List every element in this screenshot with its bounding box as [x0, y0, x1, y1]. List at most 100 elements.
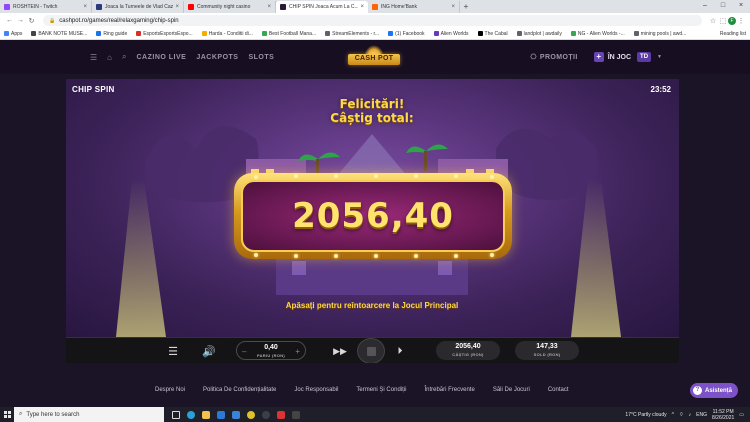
- close-tab-icon[interactable]: ×: [175, 4, 179, 10]
- address-bar: ← → ↻ 🔒 cashpot.ro/games/real/relaxgamin…: [0, 13, 750, 28]
- input-language[interactable]: ENG: [696, 412, 707, 418]
- browser-tab[interactable]: Community night casino ×: [184, 1, 276, 13]
- new-tab-button[interactable]: +: [460, 1, 472, 13]
- join-button[interactable]: + ÎN JOC: [593, 52, 631, 62]
- bookmark-item[interactable]: BANK NOTE MUSE...: [31, 31, 87, 37]
- url-input[interactable]: 🔒 cashpot.ro/games/real/relaxgaming/chip…: [43, 15, 702, 26]
- nav-live-casino[interactable]: CAZINO LIVE: [137, 54, 187, 61]
- network-icon[interactable]: ⌔: [679, 412, 684, 418]
- tab-title: Community night casino: [197, 4, 251, 10]
- footer-link-responsible[interactable]: Joc Responsabil: [294, 387, 338, 393]
- bookmark-item[interactable]: (1) Facebook: [388, 31, 425, 37]
- game-frame[interactable]: CHIP SPIN 23:52 Felicitări! Câștig total…: [66, 79, 679, 337]
- footer-link-faq[interactable]: Întrebări Frecvente: [424, 387, 474, 393]
- bet-selector[interactable]: – 0,40 PARIU (RON) +: [236, 341, 306, 360]
- taskbar-search-input[interactable]: ⌕ Type here to search: [14, 407, 164, 422]
- bet-increase-icon[interactable]: +: [295, 347, 300, 356]
- taskbar-clock[interactable]: 11:52 PM 8/26/2021: [712, 409, 734, 421]
- steam-icon[interactable]: [258, 407, 273, 422]
- reading-list[interactable]: Reading list: [720, 28, 746, 39]
- win-label: CÂȘTIG (RON): [452, 352, 484, 357]
- profile-avatar[interactable]: F: [728, 16, 736, 25]
- cashpot-logo[interactable]: CASH POT: [345, 45, 403, 71]
- bookmark-item[interactable]: EsportsEsportsEspo...: [136, 31, 193, 37]
- home-icon[interactable]: ⌂: [107, 53, 112, 62]
- volume-icon[interactable]: ♪: [689, 412, 692, 418]
- tab-favicon-icon: [96, 4, 102, 10]
- chevron-down-icon[interactable]: ▼: [657, 54, 662, 60]
- win-value: 2056,40: [455, 343, 481, 350]
- tab-favicon-icon: [372, 4, 378, 10]
- search-icon: ⌕: [19, 411, 23, 417]
- search-icon[interactable]: ⌕: [122, 52, 126, 62]
- bookmark-item[interactable]: The Cabal: [477, 31, 508, 37]
- windows-start-icon[interactable]: [0, 407, 14, 422]
- bookmark-item[interactable]: landplot | awdaily: [516, 31, 562, 37]
- close-tab-icon[interactable]: ×: [451, 4, 455, 10]
- promotions-link[interactable]: ⎔ PROMOȚII: [530, 53, 577, 61]
- nav-jackpots[interactable]: JACKPOTS: [196, 54, 238, 61]
- fast-play-icon[interactable]: ▶▶: [332, 338, 348, 364]
- file-explorer-icon[interactable]: [198, 407, 213, 422]
- bookmark-item[interactable]: NG - Alien Worlds -...: [570, 31, 625, 37]
- game-control-bar: ☰ 🔊 – 0,40 PARIU (RON) + ▶▶ ⏵ 2056,40 CÂ…: [66, 337, 679, 364]
- store-icon[interactable]: [213, 407, 228, 422]
- total-win-panel: 2056,40: [234, 173, 512, 259]
- chrome-icon[interactable]: [243, 407, 258, 422]
- browser-tab[interactable]: ROSHTEIN - Twitch ×: [0, 1, 92, 13]
- extensions-icon[interactable]: ⬚: [718, 17, 728, 25]
- help-icon: ?: [692, 386, 702, 395]
- bookmark-item[interactable]: Harda - Conditii di...: [201, 31, 253, 37]
- bookmark-item[interactable]: Best Football Mana...: [261, 31, 316, 37]
- congrats-line: Felicitări!: [339, 97, 405, 111]
- minimize-icon[interactable]: –: [696, 0, 714, 12]
- url-text: cashpot.ro/games/real/relaxgaming/chip-s…: [59, 17, 179, 24]
- close-tab-icon[interactable]: ×: [360, 4, 364, 10]
- sound-icon[interactable]: 🔊: [200, 338, 218, 364]
- edge-icon[interactable]: [183, 407, 198, 422]
- user-avatar[interactable]: TD: [637, 52, 652, 62]
- star-icon[interactable]: ☆: [708, 17, 718, 25]
- footer-link-contact[interactable]: Contact: [548, 387, 569, 393]
- browser-tab[interactable]: Joaca la Turneele de Vlad Cazino ×: [92, 1, 184, 13]
- bookmark-favicon-icon: [633, 31, 639, 36]
- weather-widget[interactable]: 17°C Partly cloudy: [625, 412, 666, 418]
- browser-tab[interactable]: ING Home'Bank ×: [368, 1, 460, 13]
- spin-button[interactable]: [357, 338, 385, 364]
- bookmark-item[interactable]: StreamElements - r...: [325, 31, 379, 37]
- return-to-main-game-link[interactable]: Apăsați pentru reîntoarcere la Jocul Pri…: [222, 301, 522, 310]
- autoplay-icon[interactable]: ⏵: [392, 338, 408, 364]
- bookmark-item[interactable]: Ring guide: [96, 31, 127, 37]
- close-tab-icon[interactable]: ×: [83, 4, 87, 10]
- bookmarks-bar: Apps BANK NOTE MUSE... Ring guide Esport…: [0, 28, 750, 40]
- app-icon[interactable]: [273, 407, 288, 422]
- task-view-icon[interactable]: [168, 407, 183, 422]
- forward-arrow-icon[interactable]: →: [15, 17, 26, 24]
- tray-chevron-icon[interactable]: ^: [672, 412, 674, 418]
- assistance-button[interactable]: ? Asistență: [689, 383, 738, 398]
- bookmark-item[interactable]: Alien Worlds: [433, 31, 469, 37]
- footer-link-about[interactable]: Despre Noi: [155, 387, 185, 393]
- close-tab-icon[interactable]: ×: [267, 4, 271, 10]
- bookmark-item[interactable]: mining pools | awd...: [633, 31, 686, 37]
- back-arrow-icon[interactable]: ←: [4, 17, 15, 24]
- footer-link-privacy[interactable]: Politica De Confidențialitate: [203, 387, 276, 393]
- app-icon[interactable]: [288, 407, 303, 422]
- close-window-icon[interactable]: ×: [732, 0, 750, 12]
- footer-link-terms[interactable]: Termeni Și Condiții: [356, 387, 406, 393]
- footer-link-halls[interactable]: Săli De Jocuri: [493, 387, 530, 393]
- bookmark-item[interactable]: Apps: [4, 31, 22, 37]
- notifications-icon[interactable]: ▭: [739, 412, 744, 418]
- mail-icon[interactable]: [228, 407, 243, 422]
- apps-grid-icon: [4, 31, 9, 36]
- maximize-icon[interactable]: □: [714, 0, 732, 12]
- reload-icon[interactable]: ↻: [26, 17, 37, 25]
- browser-tab-active[interactable]: CHIP SPIN Joaca Acum La C... ×: [276, 1, 368, 13]
- balance-display: 147,33 SOLD (RON): [515, 341, 579, 360]
- game-menu-icon[interactable]: ☰: [164, 338, 182, 364]
- menu-dots-icon[interactable]: ⋮: [736, 17, 746, 25]
- menu-icon[interactable]: ☰: [90, 53, 97, 62]
- site-footer: Despre Noi Politica De Confidențialitate…: [0, 363, 750, 407]
- bookmark-favicon-icon: [31, 31, 37, 36]
- nav-slots[interactable]: SLOTS: [248, 54, 274, 61]
